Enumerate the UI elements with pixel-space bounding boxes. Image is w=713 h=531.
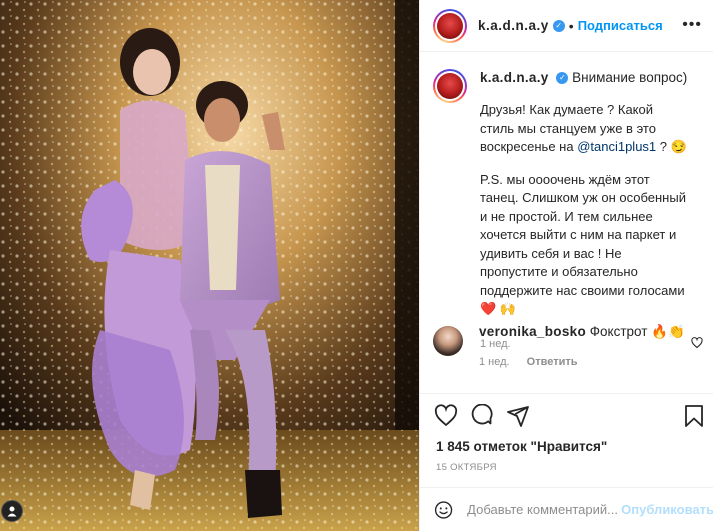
author-avatar[interactable] [433, 8, 467, 43]
header-separator: • [568, 17, 574, 34]
commenter-username[interactable]: veronika_bosko [479, 324, 586, 339]
comment-like-heart-icon[interactable] [691, 337, 703, 349]
heart-icon[interactable] [434, 404, 458, 428]
comments-area[interactable]: k.a.d.n.a.y ✓ Внимание вопрос) Друзья! К… [420, 53, 713, 393]
likes-count[interactable]: 1 845 отметок "Нравится" [436, 439, 607, 454]
comment-time[interactable]: 1 нед. [479, 356, 510, 368]
comment-icon[interactable] [470, 404, 494, 428]
post-side-panel: k.a.d.n.a.y ✓ • Подписаться ••• k.a.d.n.… [419, 0, 713, 531]
caption-text: ? 😏 [656, 139, 687, 154]
comment-input[interactable] [467, 502, 620, 517]
reply-button[interactable]: Ответить [527, 356, 578, 368]
add-comment-bar: Опубликовать [420, 487, 713, 531]
caption-username[interactable]: k.a.d.n.a.y [480, 70, 549, 85]
caption-paragraph-1: Друзья! Как думаете ? Какой стиль мы ста… [480, 101, 690, 157]
photo-tag-icon[interactable] [1, 500, 23, 522]
verified-badge-icon: ✓ [552, 19, 565, 32]
photo-illustration [0, 0, 419, 531]
verified-badge-icon: ✓ [556, 72, 569, 85]
bookmark-icon[interactable] [682, 404, 706, 428]
follow-button[interactable]: Подписаться [578, 18, 663, 33]
post-actions [420, 393, 713, 429]
more-options-icon[interactable]: ••• [682, 16, 702, 34]
caption-paragraph-2: P.S. мы оооочень ждём этот танец. Слишко… [480, 171, 686, 317]
mention-link[interactable]: @tanci1plus1 [577, 139, 656, 154]
share-icon[interactable] [506, 404, 530, 428]
post-date[interactable]: 15 ОКТЯБРЯ [436, 462, 497, 473]
post-photo[interactable] [0, 0, 419, 531]
caption-avatar[interactable] [433, 69, 467, 103]
caption-comment: k.a.d.n.a.y ✓ Внимание вопрос) Друзья! К… [433, 69, 700, 353]
author-username[interactable]: k.a.d.n.a.y [478, 18, 549, 33]
commenter-avatar[interactable] [433, 326, 463, 356]
post-header: k.a.d.n.a.y ✓ • Подписаться ••• [420, 0, 713, 52]
publish-button[interactable]: Опубликовать [621, 502, 713, 517]
emoji-icon[interactable] [434, 499, 453, 521]
comment-text: Фокстрот 🔥👏 [589, 324, 685, 339]
comment-meta: 1 нед. Ответить [479, 353, 689, 371]
caption-headline: Внимание вопрос) [572, 70, 688, 85]
comment-row: veronika_bosko Фокстрот 🔥👏 1 нед. Ответи… [433, 323, 703, 371]
